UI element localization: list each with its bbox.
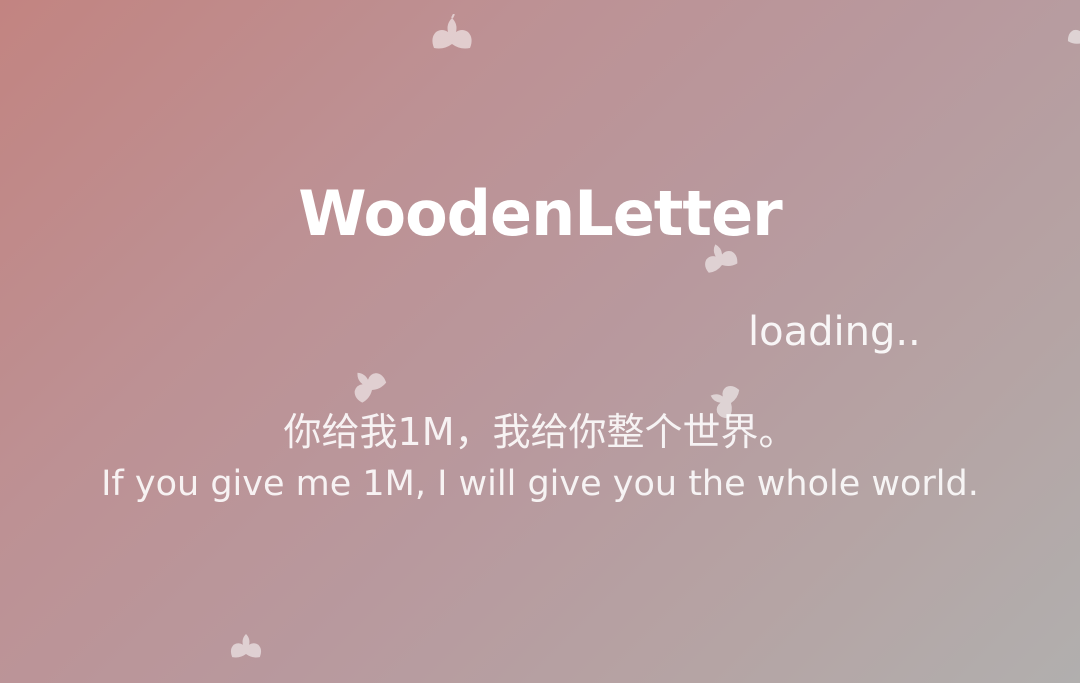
leaf-icon	[426, 14, 478, 74]
app-title: WoodenLetter	[298, 177, 782, 250]
splash-screen: WoodenLetter loading.. 你给我1M，我给你整个世界。 If…	[0, 0, 1080, 683]
leaf-icon	[1055, 13, 1080, 74]
tagline-chinese: 你给我1M，我给你整个世界。	[283, 410, 797, 454]
loading-indicator: loading..	[748, 309, 921, 355]
tagline-english: If you give me 1M, I will give you the w…	[101, 464, 979, 504]
leaf-icon	[226, 630, 266, 678]
